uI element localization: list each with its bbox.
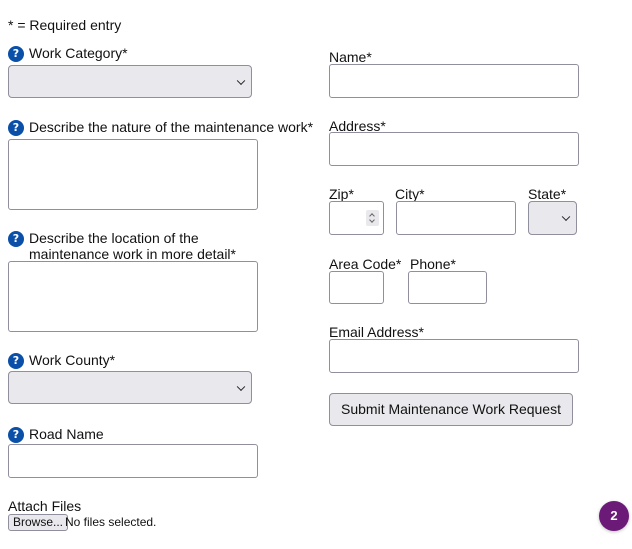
browse-button[interactable]: Browse...: [8, 514, 69, 531]
chevron-down-icon: [236, 382, 246, 391]
phone-input[interactable]: [408, 271, 487, 304]
location-textarea[interactable]: [8, 261, 258, 332]
chevron-down-icon: [236, 76, 246, 85]
help-icon[interactable]: ?: [8, 120, 24, 136]
nature-label: Describe the nature of the maintenance w…: [29, 119, 314, 135]
city-label: City*: [395, 186, 425, 202]
city-input[interactable]: [396, 201, 516, 235]
help-icon[interactable]: ?: [8, 353, 24, 369]
address-input[interactable]: [329, 132, 579, 166]
email-label: Email Address*: [329, 324, 424, 340]
zip-label: Zip*: [329, 186, 354, 202]
work-county-select[interactable]: [8, 371, 252, 404]
required-note: * = Required entry: [8, 17, 122, 33]
area-code-input[interactable]: [329, 271, 384, 304]
name-label: Name*: [329, 49, 372, 65]
road-name-input[interactable]: [8, 444, 258, 478]
submit-button[interactable]: Submit Maintenance Work Request: [329, 393, 573, 426]
road-name-label: Road Name: [29, 426, 104, 442]
zip-input[interactable]: [329, 201, 384, 235]
email-input[interactable]: [329, 339, 579, 373]
location-label: Describe the location of the maintenance…: [29, 230, 236, 262]
attach-files-label: Attach Files: [8, 498, 82, 514]
work-county-label: Work County*: [29, 352, 116, 368]
work-category-select[interactable]: [8, 65, 252, 98]
work-category-label: Work Category*: [29, 45, 128, 61]
phone-label: Phone*: [410, 256, 456, 272]
help-icon[interactable]: ?: [8, 427, 24, 443]
spinner-icon[interactable]: [366, 210, 379, 226]
help-icon[interactable]: ?: [8, 231, 24, 247]
help-icon[interactable]: ?: [8, 46, 24, 62]
notification-badge[interactable]: 2: [599, 501, 629, 531]
file-status: No files selected.: [65, 515, 157, 529]
nature-textarea[interactable]: [8, 139, 258, 210]
name-input[interactable]: [329, 64, 579, 98]
state-select[interactable]: [528, 201, 577, 235]
chevron-down-icon: [561, 212, 571, 222]
state-label: State*: [528, 186, 567, 202]
area-code-label: Area Code*: [329, 256, 402, 272]
